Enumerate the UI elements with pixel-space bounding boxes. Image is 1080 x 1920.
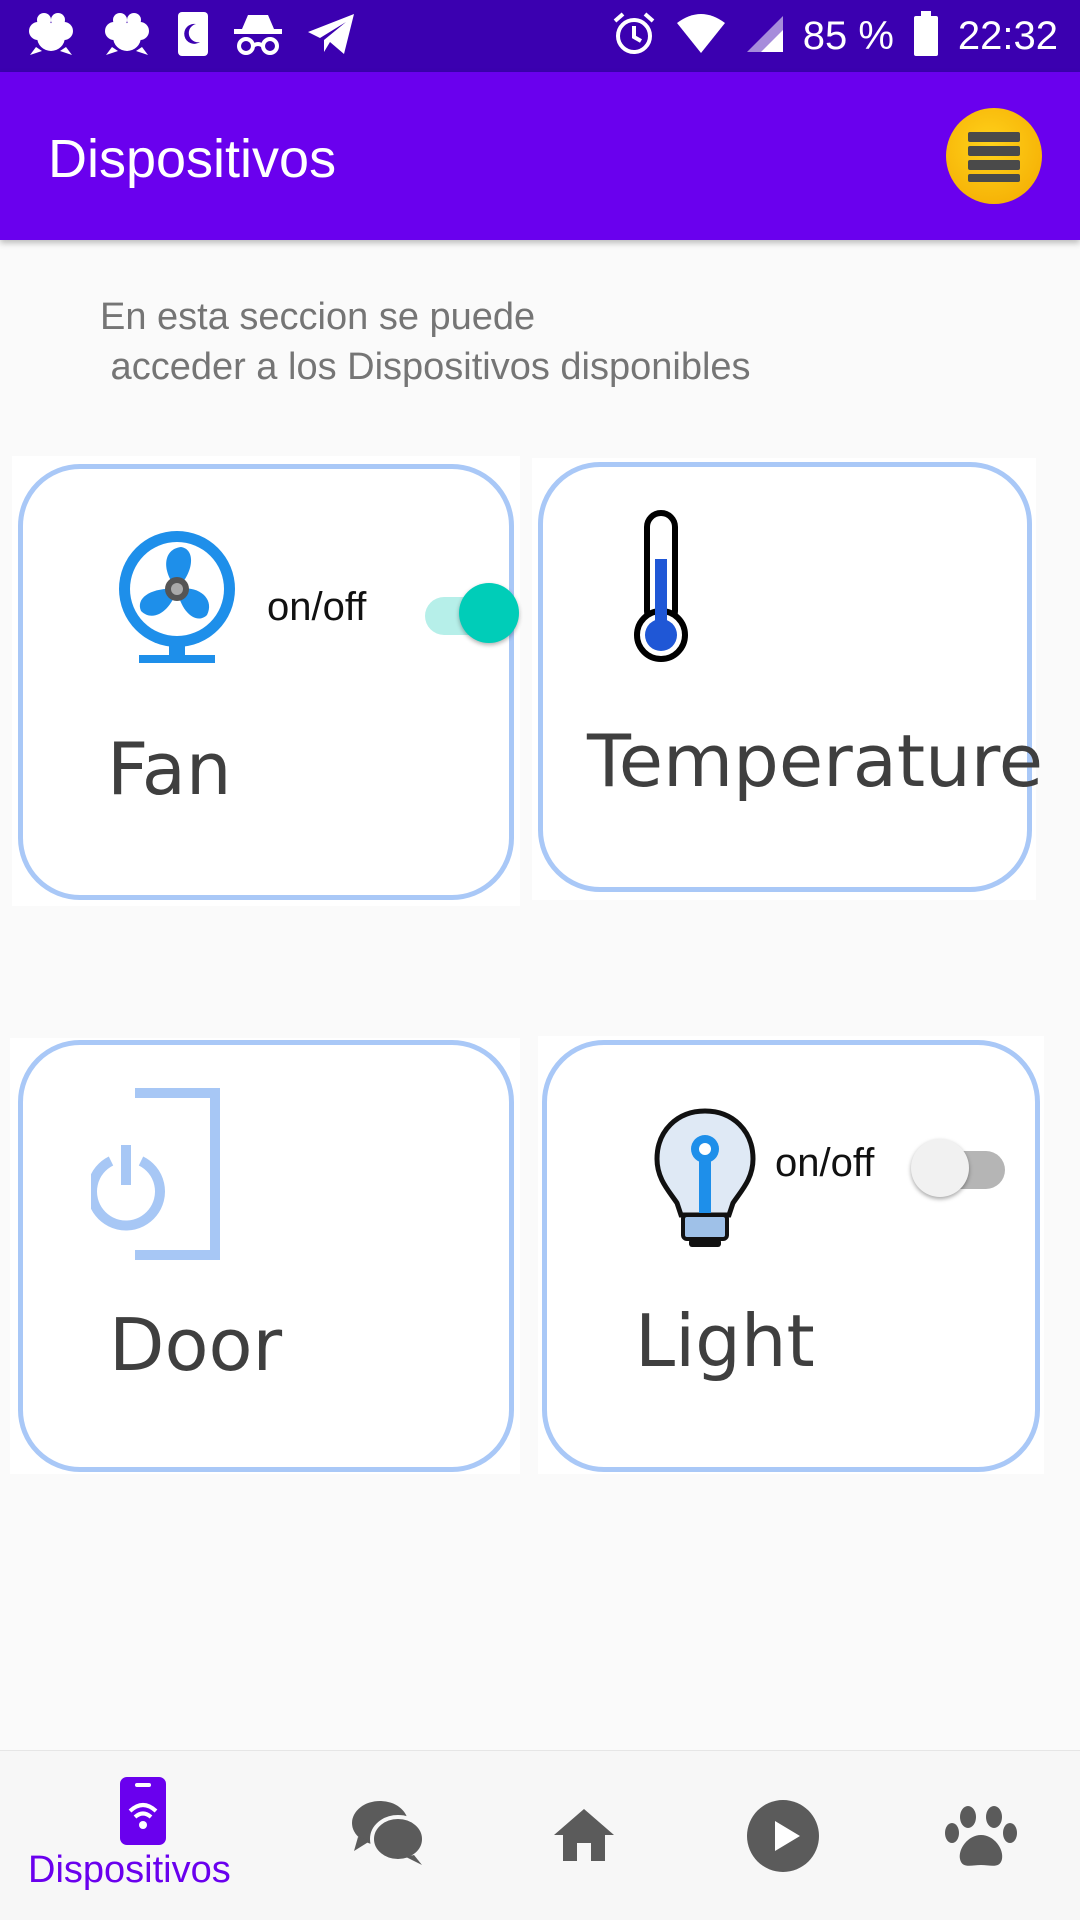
incognito-icon: [232, 11, 284, 62]
clock: 22:32: [957, 13, 1058, 58]
telegram-icon: [306, 12, 356, 61]
nav-item-play[interactable]: [740, 1751, 830, 1920]
device-card-door[interactable]: Door: [18, 1040, 514, 1472]
chat-icon: [350, 1797, 426, 1872]
door-power-icon: [87, 1085, 231, 1270]
paw-cloud-icon: [24, 11, 78, 62]
description-line-1: En esta seccion se puede: [100, 296, 536, 338]
section-description: En esta seccion se puede acceder a los D…: [100, 292, 751, 392]
sim-moon-icon: [176, 10, 210, 63]
fan-icon: [111, 527, 243, 672]
status-bar: 85 % 22:32: [0, 0, 1080, 72]
wifi-icon: [675, 13, 727, 60]
page-title: Dispositivos: [48, 129, 337, 189]
device-card-light[interactable]: on/off Light: [542, 1040, 1040, 1472]
alarm-icon: [611, 11, 657, 62]
door-label: Door: [109, 1303, 283, 1387]
fan-label: Fan: [107, 727, 232, 811]
fan-toggle-switch[interactable]: [423, 579, 521, 643]
battery-icon: [912, 10, 940, 62]
device-card-temperature[interactable]: Temperature: [538, 462, 1043, 892]
bottom-navigation: Dispositivos: [0, 1750, 1080, 1920]
phone-wifi-icon: [118, 1775, 168, 1852]
nav-item-pets[interactable]: [936, 1751, 1026, 1920]
nav-item-dispositivos[interactable]: Dispositivos: [0, 1751, 260, 1920]
system-icons: 85 % 22:32: [611, 10, 1058, 62]
nav-item-chat[interactable]: [330, 1751, 450, 1920]
description-line-2: acceder a los Dispositivos disponibles: [100, 346, 751, 388]
nav-item-home[interactable]: [540, 1751, 630, 1920]
light-toggle-label: on/off: [775, 1141, 875, 1185]
home-icon: [552, 1807, 616, 1868]
temperature-label: Temperature: [587, 719, 1044, 803]
lightbulb-icon: [653, 1107, 757, 1256]
thermometer-icon: [631, 509, 691, 674]
paw-cloud-icon: [100, 11, 154, 62]
light-toggle-switch[interactable]: [907, 1137, 1009, 1201]
app-bar: Dispositivos: [0, 72, 1080, 240]
battery-percent: 85 %: [802, 13, 894, 58]
fan-toggle-label: on/off: [267, 585, 367, 629]
menu-button[interactable]: [946, 108, 1042, 204]
device-card-fan[interactable]: on/off Fan: [18, 464, 519, 900]
nav-label-dispositivos: Dispositivos: [28, 1849, 231, 1891]
play-icon: [746, 1799, 820, 1878]
signal-icon: [745, 14, 785, 59]
notification-icons: [24, 10, 356, 62]
paw-icon: [944, 1805, 1018, 1876]
light-label: Light: [635, 1299, 815, 1383]
